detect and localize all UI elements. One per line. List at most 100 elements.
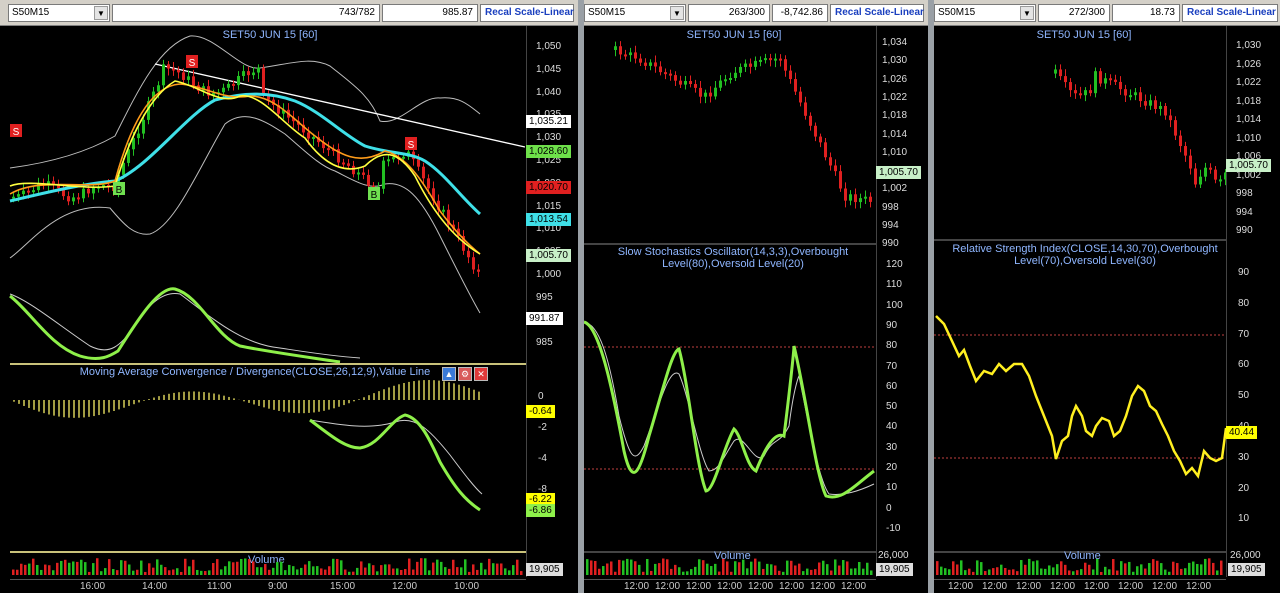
volume-bar (814, 569, 817, 575)
stochastic-chart-area[interactable] (584, 246, 876, 546)
volume-bar (602, 566, 605, 575)
time-label: 12:00 (1118, 581, 1144, 592)
volume-bar (408, 558, 411, 575)
volume-bar (212, 563, 215, 575)
axis-tick: 90 (1238, 267, 1250, 278)
time-label: 12:00 (686, 581, 712, 592)
volume-bar (1088, 564, 1091, 575)
volume-bar (936, 561, 939, 575)
axis-tick: 1,022 (1236, 77, 1262, 88)
candle (242, 71, 245, 76)
recal-scale-button[interactable]: Recal Scale-Linear (1182, 4, 1278, 22)
price-chart-area[interactable]: SET50 JUN 15 [60] (934, 26, 1226, 240)
dropdown-arrow-icon[interactable]: ▼ (670, 6, 684, 20)
volume-bar (1176, 563, 1179, 575)
candle (739, 66, 742, 73)
volume-bar (484, 569, 487, 575)
axis-tick: 40 (886, 421, 898, 433)
axis-tick: 50 (886, 401, 898, 413)
settings-icon[interactable]: ⚙ (458, 367, 472, 381)
candle (82, 188, 85, 199)
volume-bar (944, 568, 947, 575)
time-label: 12:00 (717, 581, 743, 592)
panel-divider[interactable] (10, 363, 526, 365)
candles (614, 41, 872, 209)
move-up-icon[interactable]: ▲ (442, 367, 456, 381)
price-chart-area[interactable]: SET50 JUN 15 [60] (584, 26, 876, 244)
axis-tick: 80 (886, 340, 898, 352)
volume-bar (1108, 569, 1111, 575)
chart-title: SET50 JUN 15 [60] (1037, 29, 1132, 41)
symbol-select[interactable]: S50M15 ▼ (934, 4, 1036, 22)
price-tag: 1,005.70 (526, 249, 571, 262)
last-value: -8,742.86 (772, 4, 828, 22)
chart-pane-3[interactable]: S50M15 ▼ 272/300 18.73 Recal Scale-Linea… (934, 0, 1280, 593)
macd-title: Moving Average Convergence / Divergence(… (79, 366, 431, 378)
buy-marker-label: B (116, 185, 123, 196)
volume-bar (340, 560, 343, 575)
candle (629, 52, 632, 56)
volume-bar (1068, 570, 1071, 575)
panel-divider[interactable] (934, 239, 1226, 241)
volume-bar (866, 562, 869, 575)
volume-bar (12, 569, 15, 575)
close-icon[interactable]: ✕ (474, 367, 488, 381)
symbol-select[interactable]: S50M15 ▼ (584, 4, 686, 22)
volume-tag: 19,905 (1228, 563, 1265, 576)
axis-tick: 10 (1238, 513, 1250, 525)
axis-tick: 100 (886, 299, 903, 311)
candle (859, 198, 862, 203)
volume-bar (968, 568, 971, 575)
volume-bar (706, 563, 709, 575)
volume-bar (280, 561, 283, 575)
volume-bar (272, 567, 275, 575)
macd-chart-area[interactable] (10, 380, 526, 550)
dropdown-arrow-icon[interactable]: ▼ (1020, 6, 1034, 20)
volume-bar (228, 561, 231, 575)
volume-bar (790, 560, 793, 575)
recal-scale-button[interactable]: Recal Scale-Linear (830, 4, 924, 22)
volume-bar (976, 560, 979, 575)
volume-bar (952, 561, 955, 575)
symbol-select[interactable]: S50M15 ▼ (8, 4, 110, 22)
volume-bar (384, 564, 387, 575)
volume-bar (666, 559, 669, 575)
volume-bar (316, 566, 319, 575)
candle (719, 80, 722, 88)
candle (759, 59, 762, 62)
price-tag: 1,035.21 (526, 115, 571, 128)
volume-bar (356, 567, 359, 575)
panel-divider[interactable] (584, 243, 876, 245)
axis-tick: 995 (536, 291, 553, 303)
axis-tick: 994 (1236, 206, 1253, 218)
dropdown-arrow-icon[interactable]: ▼ (94, 6, 108, 20)
chart-pane-1[interactable]: S50M15 ▼ 743/782 985.87 Recal Scale-Line… (0, 0, 578, 593)
volume-bar (104, 568, 107, 575)
volume-bar (1120, 561, 1123, 575)
volume-bar (984, 571, 987, 575)
candle (619, 46, 622, 55)
volume-bar (1192, 561, 1195, 575)
candle (714, 87, 717, 97)
volume-bar (432, 562, 435, 575)
candle (1079, 93, 1082, 96)
price-axis[interactable] (1226, 26, 1280, 577)
volume-bar (726, 561, 729, 575)
ma-fast-line (9, 80, 481, 255)
candle (659, 66, 662, 73)
chart-pane-2[interactable]: S50M15 ▼ 263/300 -8,742.86 Recal Scale-L… (584, 0, 928, 593)
volume-bar (1020, 560, 1023, 575)
candle (639, 58, 642, 63)
time-label: 12:00 (982, 581, 1008, 592)
candle (1114, 79, 1117, 82)
candle (664, 72, 667, 75)
axis-tick: 998 (882, 201, 899, 213)
recal-scale-button[interactable]: Recal Scale-Linear (480, 4, 574, 22)
candle (1054, 69, 1057, 74)
volume-bar (32, 558, 35, 575)
volume-bar (268, 569, 271, 575)
candle (167, 64, 170, 69)
volume-bar (710, 566, 713, 575)
price-chart-area[interactable]: SET50 JUN 15 [60] S S B B S (0, 26, 525, 363)
rsi-chart-area[interactable] (934, 246, 1226, 546)
